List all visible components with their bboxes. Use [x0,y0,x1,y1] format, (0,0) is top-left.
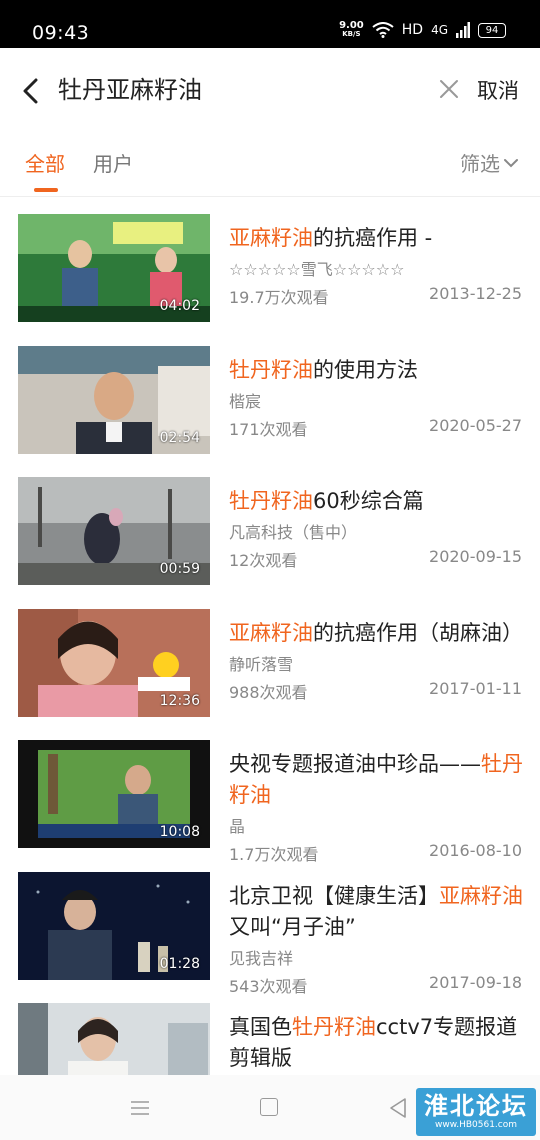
network-speed-unit: KB/S [342,30,361,38]
video-view-count: 19.7万次观看 [229,288,329,307]
title-text: 真国色 [229,1015,292,1039]
title-text: 的抗癌作用（胡麻油） [313,620,523,645]
title-keyword-highlight: 亚麻籽油 [229,620,313,645]
title-keyword-highlight: 亚麻籽油 [439,883,523,908]
video-author[interactable]: 静听落雪 [229,651,293,675]
watermark-main: 淮北论坛 [424,1092,528,1120]
video-result-item[interactable]: 10:08 央视专题报道油中珍品——牡丹籽油晶 1.7万次观看 2016-08-10 [0,723,540,864]
forum-watermark: 淮北论坛 www.HB0561.com [416,1088,536,1136]
cancel-button[interactable]: 取消 [477,75,519,105]
battery-level: 94 [485,24,499,36]
home-square-icon[interactable] [260,1098,278,1116]
video-author[interactable]: 见我吉祥 [229,945,293,969]
title-text: 央视专题报道油中珍品—— [229,752,481,776]
video-thumbnail[interactable]: 02:54 [18,345,210,454]
title-text: 的抗癌作用 - [313,226,433,250]
tab-bar: 全部 用户 筛选 [0,132,540,192]
video-result-item[interactable]: 02:54 牡丹籽油的使用方法 楷宸 171次观看 2020-05-27 [0,329,540,459]
tab-users[interactable]: 用户 [93,148,133,177]
video-result-item[interactable]: 01:28 北京卫视【健康生活】亚麻籽油又叫“月子油” 见我吉祥 543次观看 2017… [0,855,540,996]
menu-icon[interactable] [130,1100,150,1116]
video-title[interactable]: 牡丹籽油60秒综合篇 [229,486,525,517]
network-speed: 9.00 KB/S [339,21,364,39]
status-bar: 09:43 9.00 KB/S HD 4G 94 [0,0,540,48]
tab-all[interactable]: 全部 [25,148,65,177]
title-text: 又叫“月子油” [229,914,356,939]
watermark-url: www.HB0561.com [434,1120,518,1130]
filter-label: 筛选 [460,152,500,176]
title-keyword-highlight: 亚麻籽油 [229,226,313,250]
video-date: 2017-01-11 [429,678,522,698]
video-duration: 10:08 [159,824,200,840]
video-view-count: 12次观看 [229,551,298,570]
video-date: 2020-05-27 [429,415,522,435]
tab-active-indicator [34,188,58,192]
video-author[interactable]: 楷宸 [229,388,261,412]
video-duration: 00:59 [159,561,200,577]
clear-icon[interactable] [438,78,460,100]
network-speed-value: 9.00 [339,20,364,31]
title-keyword-highlight: 牡丹籽油 [229,489,313,513]
wifi-icon [372,22,394,38]
status-time: 09:43 [32,22,90,44]
hd-indicator: HD [401,22,424,38]
chevron-down-icon [504,158,518,167]
video-result-item[interactable]: 04:02 亚麻籽油的抗癌作用 - ☆☆☆☆☆雪飞☆☆☆☆☆ 19.7万次观看 2013… [0,197,540,327]
video-date: 2013-12-25 [429,284,522,303]
video-result-item[interactable]: 00:59 牡丹籽油60秒综合篇 凡高科技（售中） 12次观看 2020-09-15 [0,460,540,590]
video-author[interactable]: 凡高科技（售中） [229,519,357,543]
status-indicators: 9.00 KB/S HD 4G 94 [339,21,506,39]
video-author[interactable]: ☆☆☆☆☆雪飞☆☆☆☆☆ [229,256,404,280]
video-thumbnail[interactable]: 01:28 [18,871,210,980]
nav-back-icon[interactable] [388,1097,408,1119]
title-keyword-highlight: 牡丹籽油 [229,357,313,382]
video-duration: 12:36 [159,692,200,709]
video-title[interactable]: 北京卫视【健康生活】亚麻籽油又叫“月子油” [229,881,525,943]
signal-4g-label: 4G [431,23,448,37]
video-title[interactable]: 真国色牡丹籽油cctv7专题报道剪辑版 [229,1012,525,1074]
search-input[interactable]: 牡丹亚麻籽油 [58,74,202,106]
video-author[interactable]: 晶 [229,813,245,837]
title-text: 60秒综合篇 [313,489,424,513]
video-title[interactable]: 央视专题报道油中珍品——牡丹籽油 [229,749,525,811]
signal-bars-icon [456,22,470,38]
title-text: 的使用方法 [313,357,418,382]
video-duration: 02:54 [159,429,200,446]
video-thumbnail[interactable]: 12:36 [18,608,210,717]
title-text: 北京卫视【健康生活】 [229,883,439,908]
video-date: 2020-09-15 [429,547,522,566]
video-duration: 04:02 [159,298,200,314]
battery-icon: 94 [478,22,506,38]
video-duration: 01:28 [159,955,200,972]
video-thumbnail[interactable]: 00:59 [18,477,210,585]
video-result-item[interactable]: 12:36 亚麻籽油的抗癌作用（胡麻油） 静听落雪 988次观看 2017-01-11 [0,592,540,722]
video-title[interactable]: 亚麻籽油的抗癌作用（胡麻油） [229,618,525,649]
video-thumbnail[interactable]: 04:02 [18,214,210,322]
video-view-count: 171次观看 [229,419,308,439]
filter-button[interactable]: 筛选 [460,148,518,177]
back-arrow-icon[interactable] [20,78,42,104]
search-bar: 牡丹亚麻籽油 取消 [0,48,540,132]
video-view-count: 988次观看 [229,682,308,702]
title-keyword-highlight: 牡丹籽油 [292,1015,376,1039]
video-title[interactable]: 亚麻籽油的抗癌作用 - [229,223,525,254]
video-thumbnail[interactable]: 10:08 [18,740,210,848]
video-title[interactable]: 牡丹籽油的使用方法 [229,355,525,386]
